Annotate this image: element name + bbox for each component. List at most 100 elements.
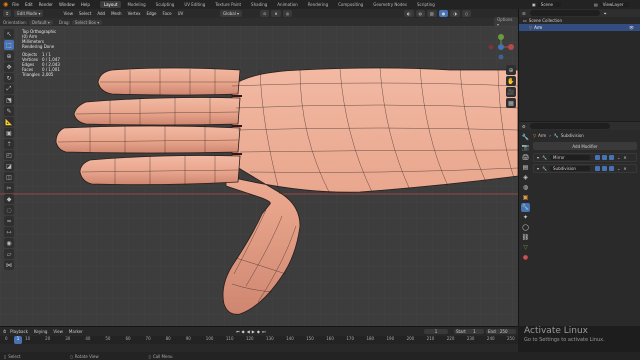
scene-tab-icon[interactable]: ◈ <box>521 173 530 182</box>
scene-collection-row[interactable]: ▭ Scene Collection <box>519 17 640 24</box>
visibility-icon[interactable]: ◐ <box>404 10 414 17</box>
outliner-editor-icon[interactable]: ☰ <box>522 11 526 16</box>
tool-tab-icon[interactable]: 🔧 <box>521 133 530 142</box>
zoom-icon[interactable]: ⊕ <box>506 65 516 75</box>
properties-search-field[interactable] <box>529 123 610 129</box>
modifier-mirror[interactable]: ▾ 🔧 Mirror ⌄ ✕ <box>533 153 637 162</box>
spin-icon[interactable]: ◌ <box>4 205 14 215</box>
play-reverse-icon[interactable]: ◀ <box>247 329 250 334</box>
particles-tab-icon[interactable]: ✦ <box>521 213 530 222</box>
render-toggle-icon[interactable] <box>609 155 614 160</box>
navigation-gizmo[interactable] <box>488 34 514 60</box>
filter-icon[interactable]: ⏷ <box>604 11 607 16</box>
cursor-3d-icon[interactable]: ⊕ <box>4 51 14 61</box>
shading-rendered-icon[interactable]: ○ <box>461 10 472 17</box>
tab-uv-editing[interactable]: UV Editing <box>180 1 209 8</box>
shading-material-icon[interactable]: ◑ <box>450 10 460 17</box>
viewport-menu-face[interactable]: Face <box>163 11 172 16</box>
modifier-menu-icon[interactable]: ⌄ <box>617 155 620 160</box>
mode-dropdown[interactable]: Edit Mode ▾ <box>14 10 44 17</box>
tab-layout[interactable]: Layout <box>99 1 122 8</box>
modifier-tab-icon[interactable]: 🔧 <box>521 203 530 212</box>
physics-tab-icon[interactable]: ◯ <box>521 223 530 232</box>
menu-window[interactable]: Window <box>59 2 75 7</box>
proportional-edit-icon[interactable]: ◎ <box>282 10 293 17</box>
shrink-fatten-icon[interactable]: ◉ <box>4 238 14 248</box>
modifier-menu-icon[interactable]: ⌄ <box>617 166 620 171</box>
world-tab-icon[interactable]: ◍ <box>521 183 530 192</box>
properties-editor-icon[interactable]: ⚙ <box>522 124 526 129</box>
output-tab-icon[interactable]: 🖨 <box>521 153 530 162</box>
modifier-name-field[interactable]: Subdivision <box>550 166 590 171</box>
viewport-menu-add[interactable]: Add <box>97 11 105 16</box>
viewport-menu-select[interactable]: Select <box>79 11 91 16</box>
edit-mode-toggle-icon[interactable] <box>595 155 600 160</box>
expand-chevron-icon[interactable]: ▾ <box>537 155 539 160</box>
viewport-menu-vertex[interactable]: Vertex <box>128 11 141 16</box>
tab-rendering[interactable]: Rendering <box>304 1 332 8</box>
inset-icon[interactable]: ◰ <box>4 150 14 160</box>
menu-edit[interactable]: Edit <box>25 2 33 7</box>
next-keyframe-icon[interactable]: ◆ <box>257 329 260 334</box>
play-icon[interactable]: ▶ <box>252 329 255 334</box>
annotate-icon[interactable]: ✎ <box>4 106 14 116</box>
orientation-dropdown[interactable]: Default ▾ <box>28 19 53 25</box>
timeline-ruler[interactable]: 0 10 20 30 40 50 60 70 80 90 100 110 120 130 140 150 160… <box>0 336 518 344</box>
scale-icon[interactable]: ⤢ <box>4 84 14 94</box>
end-frame-field[interactable]: End 250 <box>486 328 516 334</box>
timeline-menu-playback[interactable]: Playback <box>10 329 28 334</box>
viewport-menu-view[interactable]: View <box>63 11 73 16</box>
camera-view-icon[interactable]: 🎥 <box>506 87 516 97</box>
tab-sculpting[interactable]: Sculpting <box>152 1 179 8</box>
overlays-icon[interactable]: ◍ <box>415 10 425 17</box>
editor-type-button[interactable]: ⌗ <box>3 10 12 17</box>
viewport-menu-edge[interactable]: Edge <box>146 11 156 16</box>
drag-dropdown[interactable]: Select Box ▾ <box>71 19 103 25</box>
select-box-icon[interactable]: ⬚ <box>4 40 14 50</box>
constraints-tab-icon[interactable]: ⛓ <box>521 233 530 242</box>
material-tab-icon[interactable]: ● <box>521 253 530 262</box>
timeline-menu-keying[interactable]: Keying <box>34 329 47 334</box>
data-tab-icon[interactable]: ▽ <box>521 243 530 252</box>
edge-slide-icon[interactable]: ⇿ <box>4 227 14 237</box>
tab-compositing[interactable]: Compositing <box>334 1 367 8</box>
measure-icon[interactable]: 📐 <box>4 117 14 127</box>
tab-modeling[interactable]: Modeling <box>123 1 149 8</box>
edit-mode-toggle-icon[interactable] <box>595 166 600 171</box>
viewport-toggle-icon[interactable] <box>602 166 607 171</box>
render-tab-icon[interactable]: 📷 <box>521 143 530 152</box>
snap-icon[interactable]: ⋔ <box>271 10 281 17</box>
viewport-menu-mesh[interactable]: Mesh <box>111 11 122 16</box>
add-modifier-button[interactable]: Add Modifier <box>533 142 637 150</box>
viewport-menu-uv[interactable]: UV <box>178 11 184 16</box>
knife-icon[interactable]: ✂ <box>4 183 14 193</box>
render-toggle-icon[interactable] <box>609 166 614 171</box>
viewport-toggle-icon[interactable] <box>602 155 607 160</box>
expand-chevron-icon[interactable]: ▾ <box>537 166 539 171</box>
shading-solid-icon[interactable]: ● <box>438 10 449 17</box>
view-layer-selector[interactable]: ▤ ViewLayer <box>594 2 630 7</box>
timeline-editor-icon[interactable]: ⏱ <box>3 329 6 334</box>
tab-scripting[interactable]: Scripting <box>413 1 439 8</box>
rip-icon[interactable]: ⋈ <box>4 260 14 270</box>
prev-keyframe-icon[interactable]: ◆ <box>242 329 245 334</box>
tab-texture-paint[interactable]: Texture Paint <box>211 1 245 8</box>
add-cube-icon[interactable]: ▣ <box>4 128 14 138</box>
transform-orientation-dropdown[interactable]: Global ▾ <box>220 10 243 17</box>
tab-geometry-nodes[interactable]: Geometry Nodes <box>369 1 411 8</box>
object-tab-icon[interactable]: ▣ <box>521 193 530 202</box>
tab-shading[interactable]: Shading <box>247 1 271 8</box>
perspective-toggle-icon[interactable]: ▦ <box>506 98 516 108</box>
eye-icon[interactable]: 👁 <box>629 25 634 30</box>
move-icon[interactable]: ✥ <box>4 62 14 72</box>
menu-help[interactable]: Help <box>81 2 90 7</box>
outliner-item-arm[interactable]: ▽ Arm 👁 <box>519 24 640 31</box>
current-frame-field[interactable]: 1 <box>424 328 448 334</box>
smooth-icon[interactable]: ≈ <box>4 216 14 226</box>
jump-end-icon[interactable]: ⏭ <box>262 329 266 334</box>
cursor-icon[interactable]: ↖ <box>4 29 14 39</box>
poly-build-icon[interactable]: ◆ <box>4 194 14 204</box>
transform-icon[interactable]: ⬔ <box>4 95 14 105</box>
tab-animation[interactable]: Animation <box>273 1 301 8</box>
menu-file[interactable]: File <box>12 2 19 7</box>
